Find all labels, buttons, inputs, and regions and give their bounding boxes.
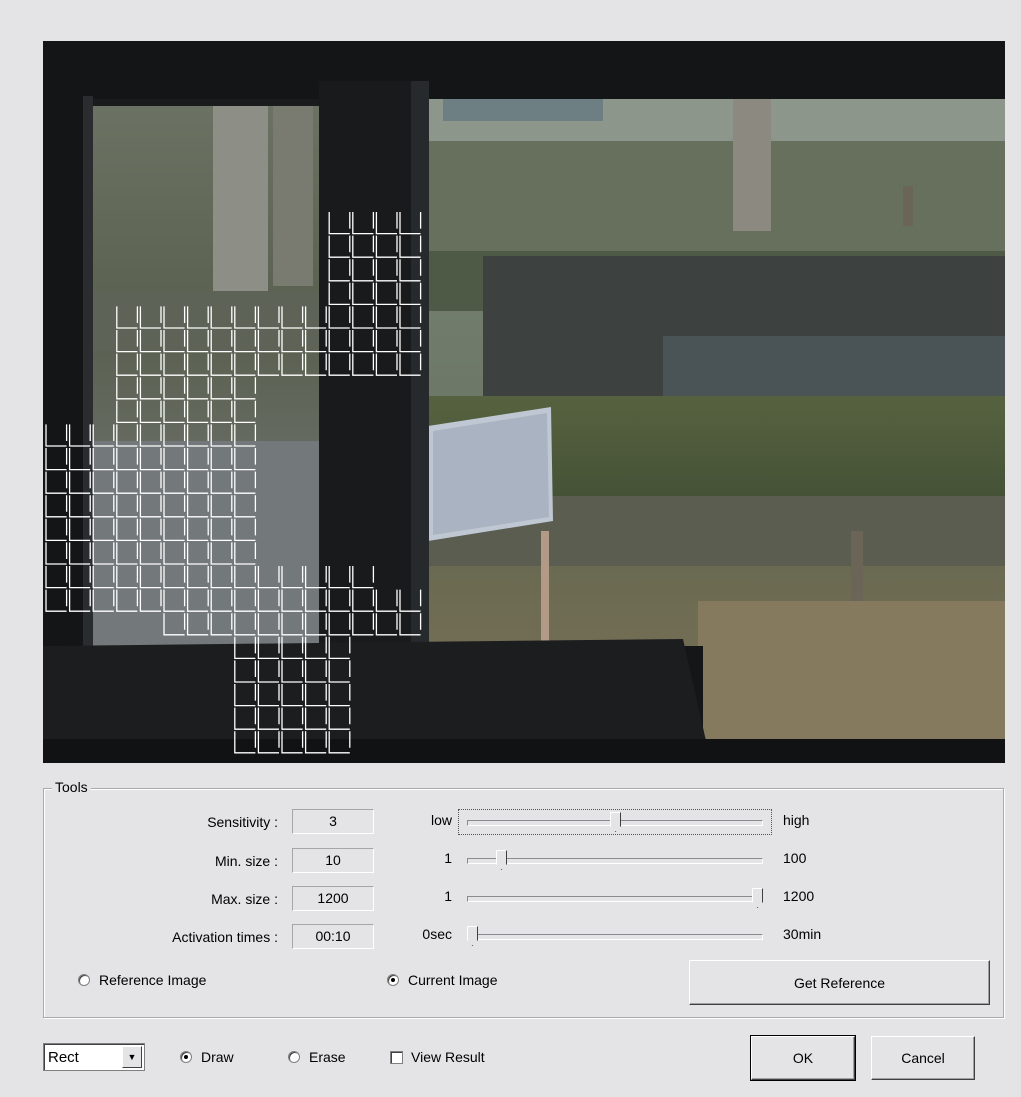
slider-thumb[interactable] — [610, 812, 621, 832]
min-size-label: Min. size : — [214, 853, 278, 869]
activation-times-slider[interactable] — [467, 924, 763, 948]
draw-label: Draw — [201, 1049, 234, 1065]
radio-circle-icon — [288, 1051, 300, 1063]
min-size-min-label: 1 — [444, 850, 452, 866]
radio-circle-icon — [78, 974, 90, 986]
max-size-label: Max. size : — [211, 891, 278, 907]
max-size-min-label: 1 — [444, 888, 452, 904]
checkbox-box-icon — [390, 1050, 403, 1064]
slider-track — [467, 858, 763, 864]
slider-track — [467, 934, 763, 940]
chevron-down-icon[interactable]: ▼ — [122, 1046, 142, 1068]
min-size-value: 10 — [292, 848, 374, 873]
shape-select[interactable]: Rect ▼ — [43, 1043, 145, 1071]
current-image-label: Current Image — [408, 972, 498, 988]
current-image-radio[interactable]: Current Image — [387, 972, 497, 988]
sensitivity-label: Sensitivity : — [207, 814, 278, 830]
radio-circle-icon — [387, 974, 399, 986]
activation-times-value: 00:10 — [292, 924, 374, 949]
erase-label: Erase — [309, 1049, 346, 1065]
shape-select-value: Rect — [48, 1049, 79, 1066]
camera-preview[interactable] — [43, 41, 1005, 763]
draw-radio[interactable]: Draw — [180, 1049, 234, 1065]
sensitivity-max-label: high — [783, 812, 810, 828]
activation-times-max-label: 30min — [783, 926, 822, 942]
slider-thumb[interactable] — [752, 888, 763, 908]
view-result-checkbox[interactable]: View Result — [390, 1049, 485, 1065]
max-size-max-label: 1200 — [783, 888, 815, 904]
slider-track — [467, 896, 763, 902]
reference-image-label: Reference Image — [99, 972, 207, 988]
activation-times-label: Activation times : — [172, 929, 278, 945]
radio-circle-icon — [180, 1051, 192, 1063]
sensitivity-min-label: low — [430, 812, 452, 828]
min-size-max-label: 100 — [783, 850, 807, 866]
camera-image — [43, 41, 1005, 763]
max-size-slider[interactable] — [467, 886, 763, 910]
sensitivity-value: 3 — [292, 809, 374, 834]
max-size-value: 1200 — [292, 886, 374, 911]
get-reference-button[interactable]: Get Reference — [689, 960, 990, 1005]
erase-radio[interactable]: Erase — [288, 1049, 346, 1065]
activation-times-min-label: 0sec — [422, 926, 452, 942]
ok-button[interactable]: OK — [750, 1035, 856, 1081]
reference-image-radio[interactable]: Reference Image — [78, 972, 206, 988]
slider-thumb[interactable] — [496, 850, 507, 870]
slider-thumb[interactable] — [467, 926, 478, 946]
view-result-label: View Result — [411, 1049, 485, 1065]
sensitivity-slider[interactable] — [467, 810, 763, 834]
min-size-slider[interactable] — [467, 848, 763, 872]
cancel-button[interactable]: Cancel — [871, 1036, 975, 1080]
tools-group-label: Tools — [52, 779, 91, 795]
motion-detection-dialog: Tools Sensitivity : 3 low high Min. size… — [0, 0, 1021, 1097]
